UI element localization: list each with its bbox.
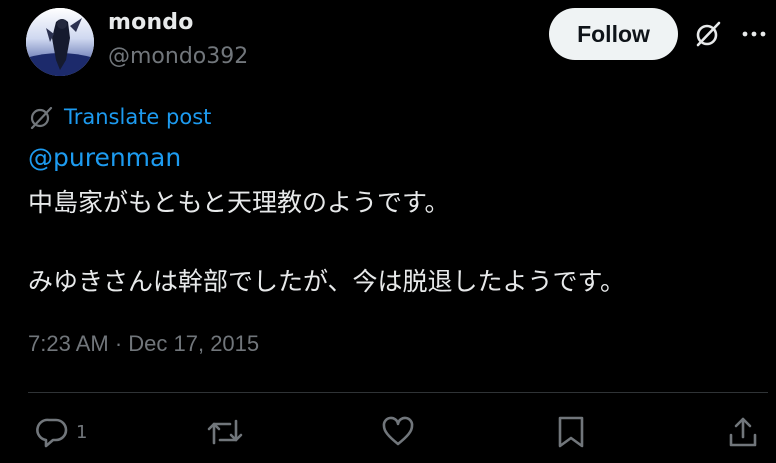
globe-icon [28,104,54,130]
bookmark-button[interactable] [555,414,587,450]
grok-icon[interactable] [694,20,722,48]
bookmark-icon [555,415,587,449]
repost-button[interactable] [206,414,244,450]
reply-button[interactable]: 1 [36,414,87,450]
translate-post-link[interactable]: Translate post [28,104,211,130]
share-button[interactable] [726,414,760,450]
divider [28,392,768,393]
reply-count: 1 [76,421,88,443]
more-icon[interactable] [740,20,768,48]
reply-icon [36,415,70,449]
repost-icon [206,415,244,449]
like-button[interactable] [381,414,415,450]
share-icon [726,415,760,449]
display-name[interactable]: mondo [108,10,194,35]
timestamp[interactable]: 7:23 AM · Dec 17, 2015 [28,331,259,357]
tweet-text-line: みゆきさんは幹部でしたが、今は脱退したようです。 [28,267,626,296]
mention-link[interactable]: @purenman [28,143,181,172]
translate-post-label: Translate post [64,105,212,129]
user-handle[interactable]: @mondo392 [108,44,248,69]
follow-button[interactable]: Follow [549,8,678,60]
tweet-text-line: 中島家がもともと天理教のようです。 [28,188,450,217]
heart-icon [381,415,415,449]
avatar-image [26,8,94,76]
avatar[interactable] [26,8,94,76]
